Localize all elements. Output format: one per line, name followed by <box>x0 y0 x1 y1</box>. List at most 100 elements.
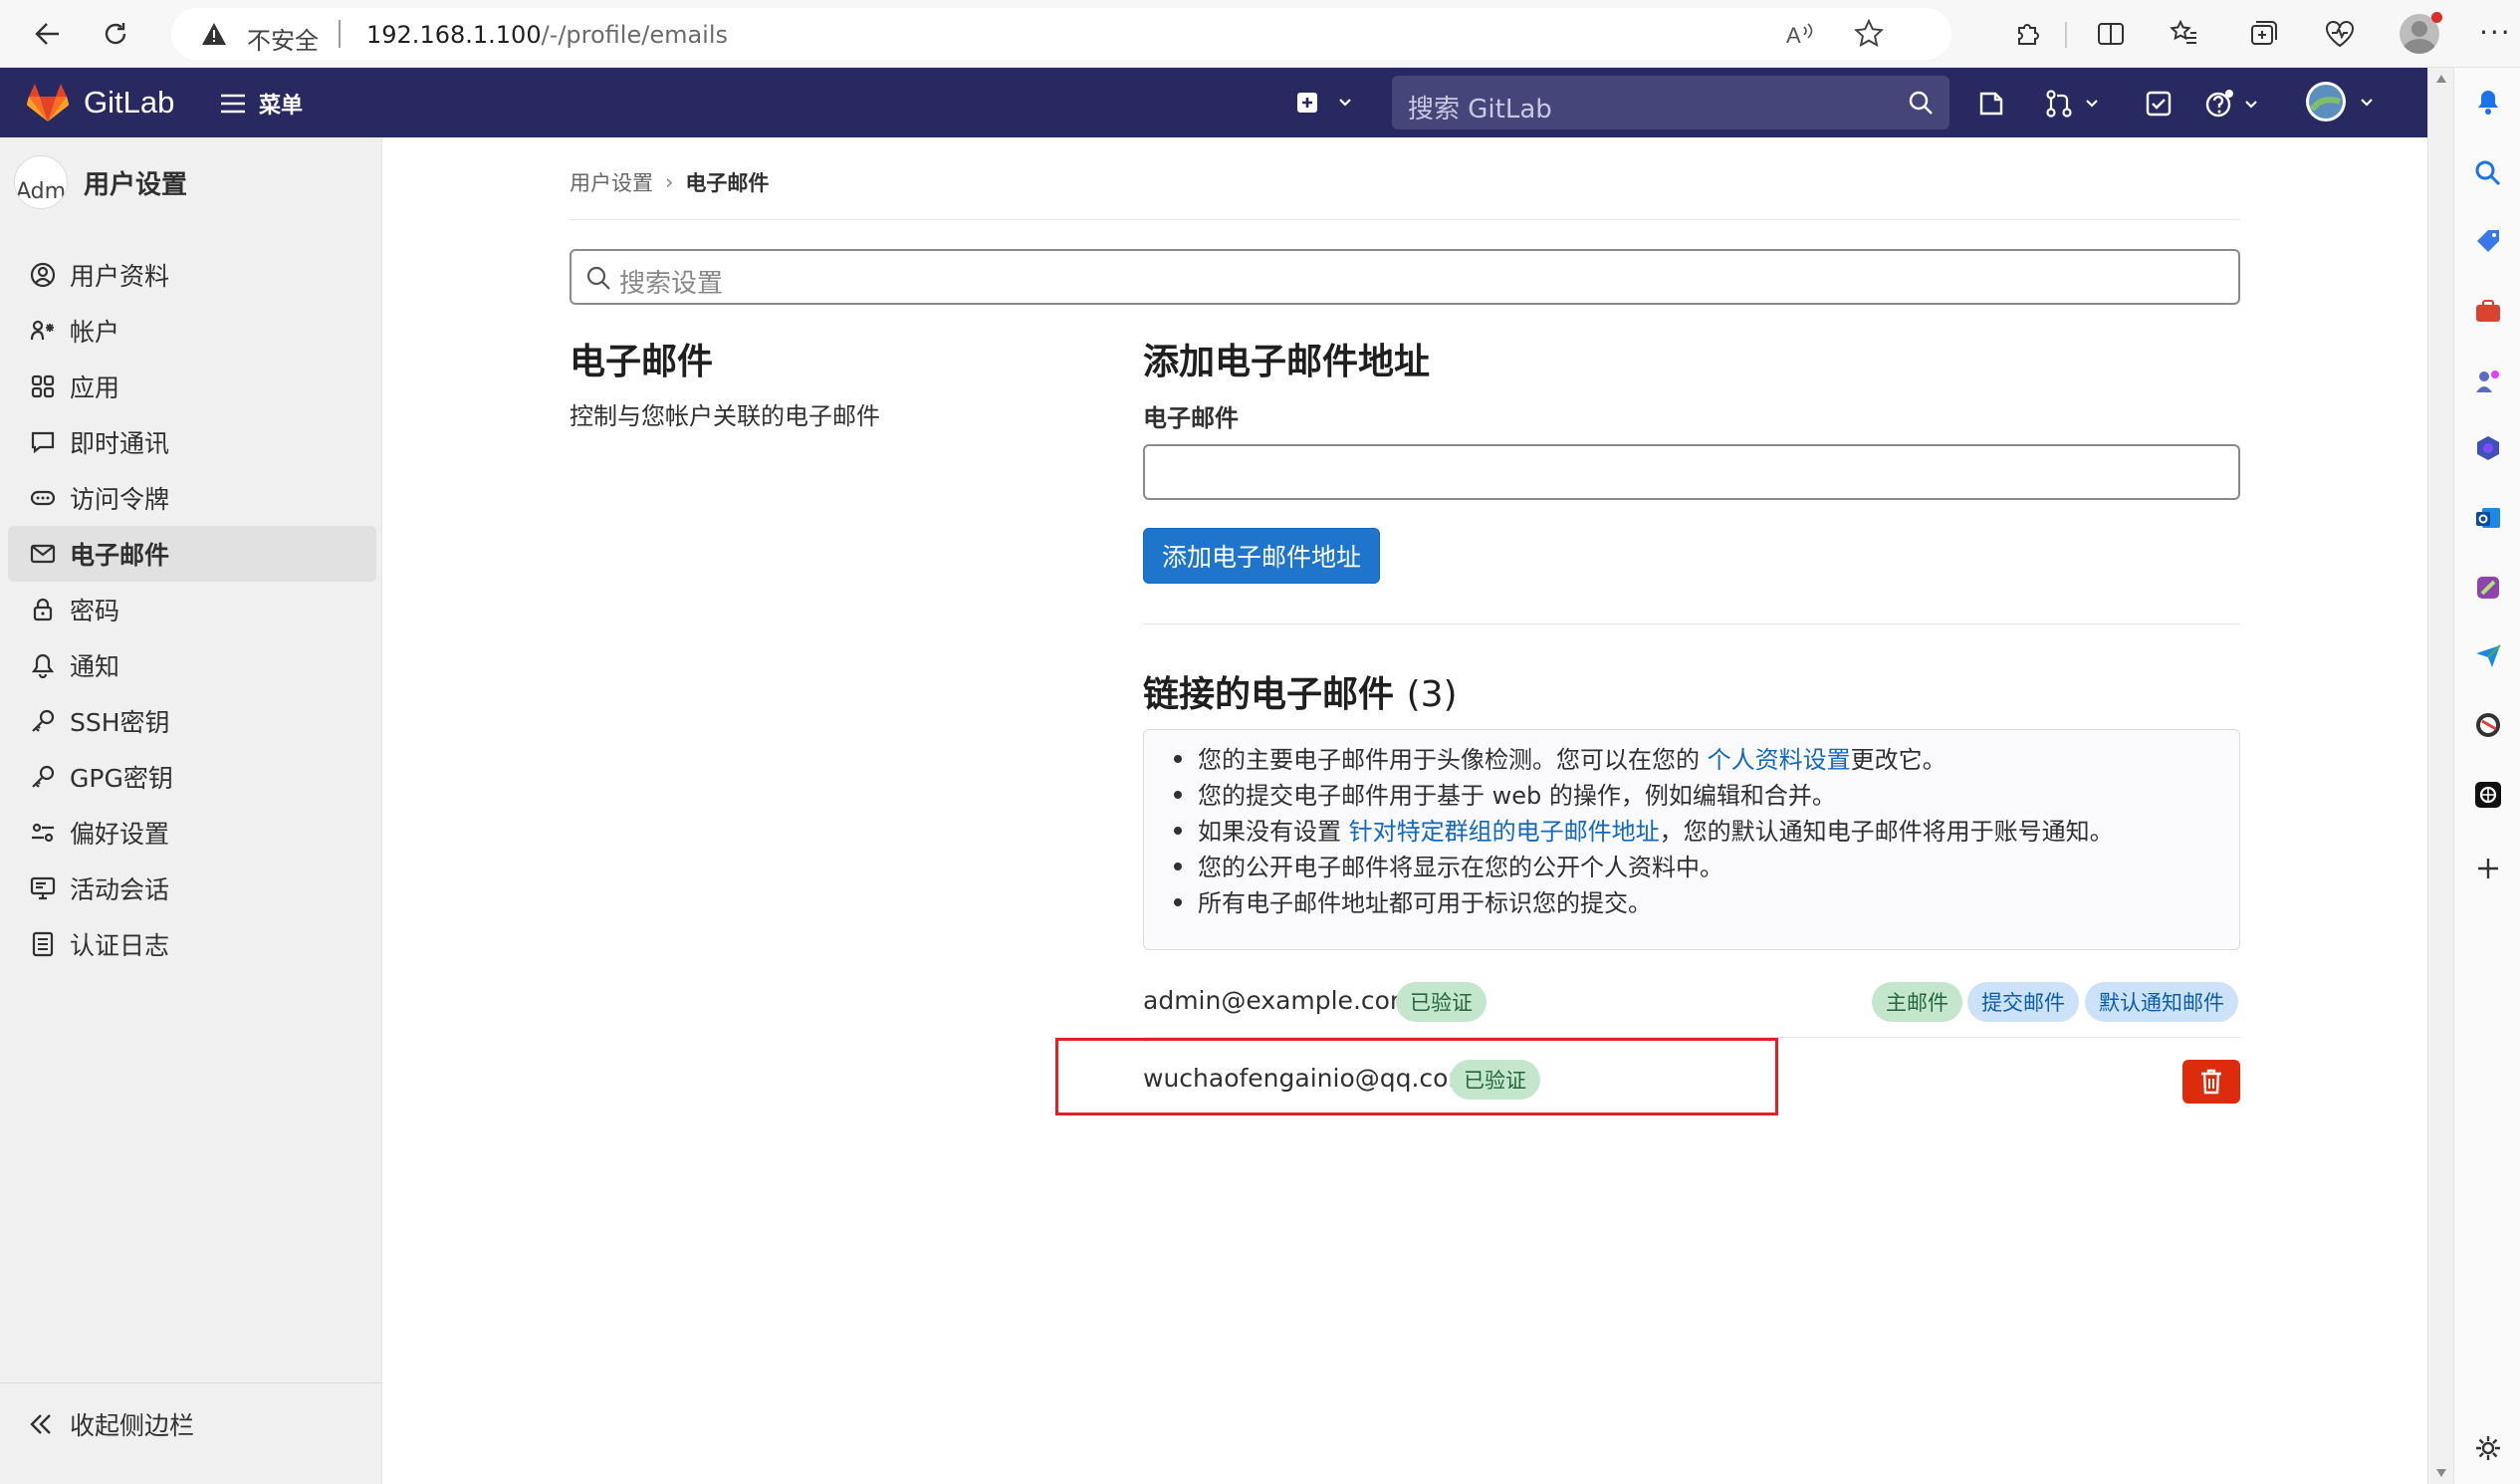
sidebar-item-label: GPG密钥 <box>70 764 173 793</box>
sidebar-divider <box>0 1382 382 1383</box>
linked-emails-title-text: 链接的电子邮件 <box>1143 674 1395 715</box>
reload-button[interactable] <box>96 14 135 54</box>
breadcrumb-divider <box>570 219 2240 220</box>
sidebar-item-chat[interactable]: 即时通讯 <box>8 414 376 470</box>
user-menu-dropdown[interactable] <box>2304 80 2380 127</box>
todo-button[interactable] <box>2145 90 2173 122</box>
more-menu-icon[interactable]: ··· <box>2479 16 2512 49</box>
sidebar-item-active-sessions[interactable]: 活动会话 <box>8 861 376 916</box>
clipchamp-icon[interactable] <box>2474 711 2502 739</box>
designer-icon[interactable] <box>2474 574 2502 602</box>
new-item-dropdown[interactable] <box>1296 90 1354 120</box>
settings-gear-icon[interactable] <box>2474 1434 2502 1462</box>
bullet <box>1174 755 1182 763</box>
gitlab-search-input[interactable]: 搜索 GitLab <box>1392 76 1949 129</box>
group-email-link[interactable]: 针对特定群组的电子邮件地址 <box>1349 818 1660 846</box>
email-field[interactable] <box>1143 444 2240 500</box>
send-icon[interactable] <box>2474 641 2502 669</box>
account-icon <box>28 316 58 346</box>
read-aloud-icon[interactable]: A <box>1784 21 1814 47</box>
bell-icon[interactable] <box>2474 88 2502 116</box>
url-host: 192.168.1.100 <box>366 21 542 49</box>
favorites-list-icon[interactable] <box>2169 18 2200 50</box>
sidebar-item-emails[interactable]: 电子邮件 <box>8 526 376 582</box>
sidebar-item-gpg-keys[interactable]: GPG密钥 <box>8 749 376 805</box>
sidebar-item-password[interactable]: 密码 <box>8 582 376 637</box>
sidebar-item-profile[interactable]: 用户资料 <box>8 247 376 303</box>
bullet <box>1174 791 1182 799</box>
email-address: admin@example.com <box>1143 986 1415 1015</box>
sidebar-item-notifications[interactable]: 通知 <box>8 637 376 693</box>
scroll-down-icon <box>2436 1469 2446 1477</box>
sidebar-item-account[interactable]: 帐户 <box>8 303 376 359</box>
collapse-sidebar-button[interactable]: 收起侧边栏 <box>8 1396 376 1452</box>
collections-icon[interactable] <box>2246 18 2278 50</box>
add-email-button[interactable]: 添加电子邮件地址 <box>1143 528 1380 584</box>
tanuki-icon <box>26 84 70 122</box>
double-chevron-left-icon <box>28 1411 58 1437</box>
sidebar-header[interactable]: Adm 用户设置 <box>14 155 187 209</box>
breadcrumb-current[interactable]: 电子邮件 <box>685 167 769 197</box>
issues-button[interactable] <box>1977 90 2005 122</box>
profile-settings-link[interactable]: 个人资料设置 <box>1708 746 1851 774</box>
add-icon[interactable] <box>2474 855 2502 882</box>
help-dropdown[interactable] <box>2204 90 2264 124</box>
search-icon[interactable] <box>2474 159 2502 187</box>
outlook-icon[interactable] <box>2474 504 2502 532</box>
split-screen-icon[interactable] <box>2095 18 2127 50</box>
info-item: 您的主要电子邮件用于头像检测。您可以在您的 个人资料设置更改它。 <box>1174 740 1947 775</box>
sidebar-item-applications[interactable]: 应用 <box>8 359 376 414</box>
toolbar-divider <box>2065 22 2067 48</box>
email-field-label: 电子邮件 <box>1143 404 1239 432</box>
gitlab-logo[interactable]: GitLab <box>26 82 174 124</box>
info-text: 您的主要电子邮件用于头像检测。您可以在您的 <box>1198 746 1708 774</box>
info-text: 如果没有设置 <box>1198 818 1349 846</box>
log-icon <box>28 929 58 959</box>
settings-sidebar: Adm 用户设置 用户资料 帐户 应用 即时通讯 访问令牌 电子邮件 密码 通知… <box>0 137 382 1484</box>
token-icon <box>28 483 58 513</box>
key-icon <box>28 762 58 792</box>
merge-requests-dropdown[interactable] <box>2045 90 2105 122</box>
url-path: /-/profile/emails <box>541 21 729 49</box>
page-scrollbar[interactable] <box>2427 68 2453 1484</box>
breadcrumb-parent[interactable]: 用户设置 <box>570 167 653 197</box>
breadcrumb: 用户设置 › 电子邮件 <box>570 167 769 197</box>
back-button[interactable] <box>28 14 68 54</box>
bullet <box>1174 827 1182 835</box>
sidebar-item-auth-log[interactable]: 认证日志 <box>8 916 376 972</box>
edge-sidebar <box>2453 68 2520 1484</box>
browser-essentials-icon[interactable] <box>2324 18 2356 50</box>
chevron-right-icon: › <box>665 170 674 194</box>
bullet <box>1174 898 1182 906</box>
address-bar[interactable]: 不安全 192.168.1.100/-/profile/emails A <box>171 8 1951 60</box>
info-item: 如果没有设置 针对特定群组的电子邮件地址，您的默认通知电子邮件将用于账号通知。 <box>1174 812 2114 847</box>
warning-icon <box>202 23 226 45</box>
brand-name: GitLab <box>84 85 175 120</box>
tools-briefcase-icon[interactable] <box>2474 297 2502 325</box>
shopping-tag-icon[interactable] <box>2474 227 2502 255</box>
extensions-icon[interactable] <box>2011 18 2043 50</box>
notification-dot <box>2431 12 2442 23</box>
favorite-star-icon[interactable] <box>1854 19 1884 49</box>
sidebar-item-preferences[interactable]: 偏好设置 <box>8 805 376 861</box>
delete-email-button[interactable] <box>2182 1060 2240 1104</box>
sidebar-item-label: 帐户 <box>70 318 120 347</box>
chat-icon <box>28 427 58 457</box>
lock-icon <box>28 595 58 624</box>
games-icon[interactable] <box>2474 367 2502 394</box>
sidebar-item-ssh-keys[interactable]: SSH密钥 <box>8 693 376 749</box>
sidebar-title: 用户设置 <box>84 169 188 200</box>
issues-icon <box>1979 92 2003 116</box>
section-title: 电子邮件 <box>570 342 714 382</box>
copilot-icon[interactable] <box>2474 434 2502 462</box>
chatgpt-icon[interactable] <box>2474 781 2502 809</box>
mail-icon <box>28 539 58 569</box>
search-icon <box>586 266 610 290</box>
primary-email-badge: 主邮件 <box>1872 982 1962 1022</box>
sidebar-item-access-tokens[interactable]: 访问令牌 <box>8 470 376 526</box>
applications-icon <box>28 371 58 401</box>
settings-search-input[interactable]: 搜索设置 <box>570 249 2240 305</box>
sidebar-item-label: 密码 <box>70 597 120 625</box>
main-menu-button[interactable]: 菜单 <box>219 88 303 120</box>
svg-text:A: A <box>1786 23 1801 47</box>
